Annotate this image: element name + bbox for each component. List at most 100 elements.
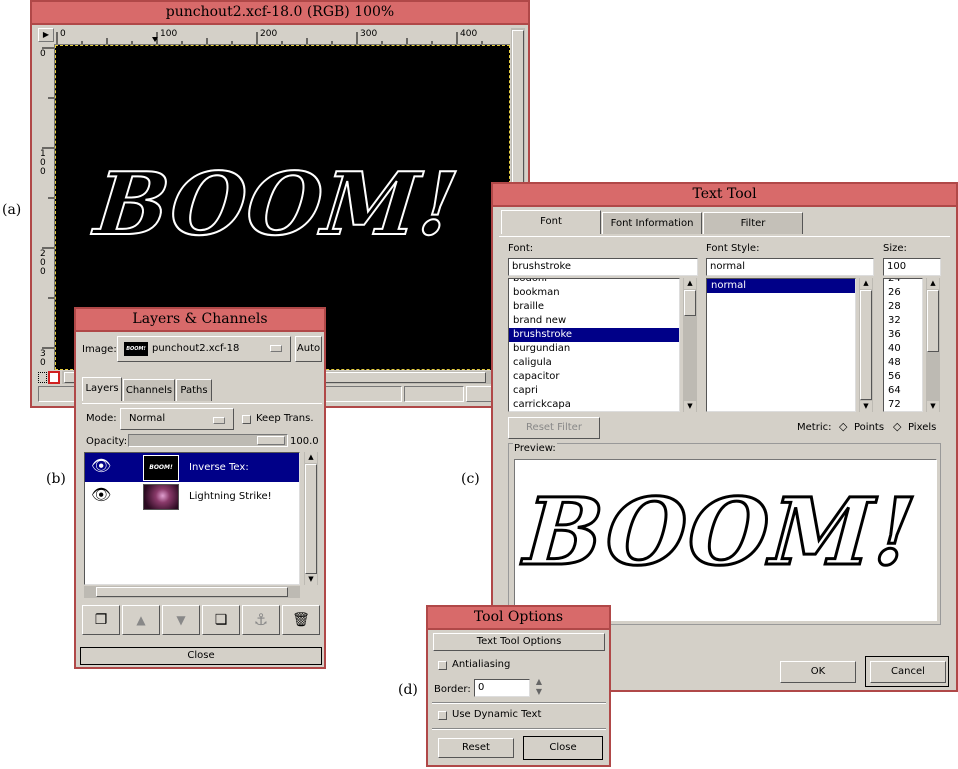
- dropdown-indicator-icon: [213, 417, 225, 424]
- preview-label: Preview:: [513, 443, 557, 454]
- dynamic-text-checkbox[interactable]: [438, 711, 447, 720]
- opacity-slider[interactable]: [128, 434, 288, 447]
- layers-window-title: Layers & Channels: [76, 309, 324, 332]
- border-spin-arrows-icon[interactable]: ▲ ▼: [532, 677, 546, 697]
- size-input[interactable]: 100: [883, 258, 941, 276]
- image-menu-arrow[interactable]: ▶: [38, 28, 54, 42]
- font-list-scrollbar[interactable]: ▲ ▼: [683, 278, 697, 412]
- horizontal-ruler: 0 100 200 300 400: [55, 28, 510, 45]
- border-input[interactable]: 0: [474, 679, 530, 697]
- opacity-slider-handle[interactable]: [257, 436, 285, 445]
- image-thumbnail: BOOM!: [124, 342, 148, 356]
- tab-layers[interactable]: Layers: [82, 377, 122, 401]
- font-list-item[interactable]: bodoni: [509, 279, 679, 286]
- raise-layer-button[interactable]: ▲: [122, 605, 160, 635]
- layers-tabs: Layers Channels Paths: [82, 377, 322, 403]
- border-label: Border:: [434, 684, 471, 695]
- delete-layer-button[interactable]: 🗑: [282, 605, 320, 635]
- antialiasing-checkbox[interactable]: [438, 661, 447, 670]
- image-selector-value: punchout2.xcf-18: [152, 343, 240, 354]
- anchor-layer-button[interactable]: ⚓: [242, 605, 280, 635]
- keep-trans-label: Keep Trans.: [256, 413, 314, 424]
- font-style-scrollbar[interactable]: ▲ ▼: [859, 278, 873, 412]
- layer-name[interactable]: Inverse Tex:: [189, 461, 249, 475]
- font-style-item-selected[interactable]: normal: [707, 279, 855, 293]
- font-list-item[interactable]: capacitor: [509, 370, 679, 384]
- font-list-item[interactable]: caligula: [509, 356, 679, 370]
- layer-list[interactable]: 👁 BOOM! Inverse Tex: 👁 Lightning Strike!: [84, 452, 300, 585]
- font-list-item[interactable]: capri: [509, 384, 679, 398]
- size-list-item[interactable]: 56: [884, 370, 922, 384]
- tab-paths[interactable]: Paths: [176, 379, 212, 401]
- layer-row[interactable]: 👁 Lightning Strike!: [85, 482, 299, 511]
- metric-points-label[interactable]: Points: [854, 422, 884, 433]
- size-list-item[interactable]: 28: [884, 300, 922, 314]
- visibility-eye-icon[interactable]: 👁: [91, 458, 111, 474]
- lower-arrow-icon: ▼: [176, 613, 186, 627]
- font-list[interactable]: bodoni bookman braille brand new brushst…: [508, 278, 680, 412]
- layer-list-hscrollbar[interactable]: [84, 586, 300, 598]
- tool-options-reset-button[interactable]: Reset: [438, 738, 514, 758]
- ok-button[interactable]: OK: [780, 661, 856, 683]
- ruler-tick-300: 300: [360, 29, 378, 39]
- font-style-list[interactable]: normal: [706, 278, 856, 412]
- size-list-item[interactable]: 24: [884, 279, 922, 286]
- keep-trans-checkbox[interactable]: [242, 415, 251, 424]
- tab-font-information[interactable]: Font Information: [602, 212, 702, 234]
- vruler-tick-100: 1 0 0: [40, 149, 46, 177]
- figure-label-b: (b): [46, 471, 66, 487]
- size-list-item[interactable]: 48: [884, 356, 922, 370]
- layer-list-vscrollbar[interactable]: ▲ ▼: [304, 452, 318, 585]
- canvas-boom-text: BOOM!: [90, 153, 465, 256]
- size-list-item[interactable]: 64: [884, 384, 922, 398]
- layer-thumbnail-lightning: [143, 484, 179, 510]
- font-style-label: Font Style:: [706, 243, 760, 254]
- opacity-label: Opacity:: [86, 436, 128, 447]
- font-name-input[interactable]: brushstroke: [508, 258, 698, 276]
- metric-pixels-label[interactable]: Pixels: [908, 422, 936, 433]
- tab-font[interactable]: Font: [501, 210, 601, 234]
- vertical-ruler: 0 1 0 0 2 0 0 3 0: [38, 44, 55, 370]
- font-style-input[interactable]: normal: [706, 258, 874, 276]
- layers-close-button[interactable]: Close: [80, 647, 322, 665]
- image-selector-dropdown[interactable]: BOOM! punchout2.xcf-18: [117, 336, 291, 362]
- size-list-item[interactable]: 40: [884, 342, 922, 356]
- cancel-button[interactable]: Cancel: [870, 661, 946, 683]
- mode-dropdown[interactable]: Normal: [120, 408, 234, 430]
- size-list-item[interactable]: 26: [884, 286, 922, 300]
- layer-name[interactable]: Lightning Strike!: [189, 490, 272, 504]
- layers-channels-window: Layers & Channels Image: BOOM! punchout2…: [74, 307, 326, 669]
- font-list-item-selected[interactable]: brushstroke: [509, 328, 679, 342]
- new-layer-button[interactable]: ❐: [82, 605, 120, 635]
- anchor-icon: ⚓: [253, 610, 269, 629]
- auto-button[interactable]: Auto: [295, 336, 322, 362]
- vruler-tick-0: 0: [40, 49, 46, 59]
- layer-thumbnail: BOOM!: [143, 455, 179, 481]
- status-progress: [404, 386, 464, 402]
- layer-row-selected[interactable]: 👁 BOOM! Inverse Tex:: [85, 453, 299, 482]
- size-list-item[interactable]: 32: [884, 314, 922, 328]
- figure-label-c: (c): [461, 471, 480, 487]
- lower-layer-button[interactable]: ▼: [162, 605, 200, 635]
- tab-filter[interactable]: Filter: [703, 212, 803, 234]
- metric-points-radio-icon[interactable]: ◇: [839, 420, 847, 433]
- size-list-item[interactable]: 72: [884, 398, 922, 411]
- size-list-item[interactable]: 36: [884, 328, 922, 342]
- tool-options-close-button[interactable]: Close: [523, 736, 603, 760]
- size-list-scrollbar[interactable]: ▲ ▼: [926, 278, 940, 412]
- raise-arrow-icon: ▲: [136, 613, 146, 627]
- mode-value: Normal: [129, 413, 166, 424]
- font-list-item[interactable]: burgundian: [509, 342, 679, 356]
- duplicate-layer-button[interactable]: ❏: [202, 605, 240, 635]
- font-list-item[interactable]: carrickcapa: [509, 398, 679, 411]
- font-list-item[interactable]: brand new: [509, 314, 679, 328]
- font-list-item[interactable]: braille: [509, 300, 679, 314]
- reset-filter-button[interactable]: Reset Filter: [508, 417, 600, 439]
- visibility-eye-icon[interactable]: 👁: [91, 487, 111, 503]
- size-list[interactable]: 24 26 28 32 36 40 48 56 64 72: [883, 278, 923, 412]
- duplicate-icon: ❏: [214, 612, 228, 628]
- metric-pixels-radio-icon[interactable]: ◇: [893, 420, 901, 433]
- tab-channels[interactable]: Channels: [123, 379, 175, 401]
- font-list-item[interactable]: bookman: [509, 286, 679, 300]
- quickmask-buttons[interactable]: [38, 370, 60, 384]
